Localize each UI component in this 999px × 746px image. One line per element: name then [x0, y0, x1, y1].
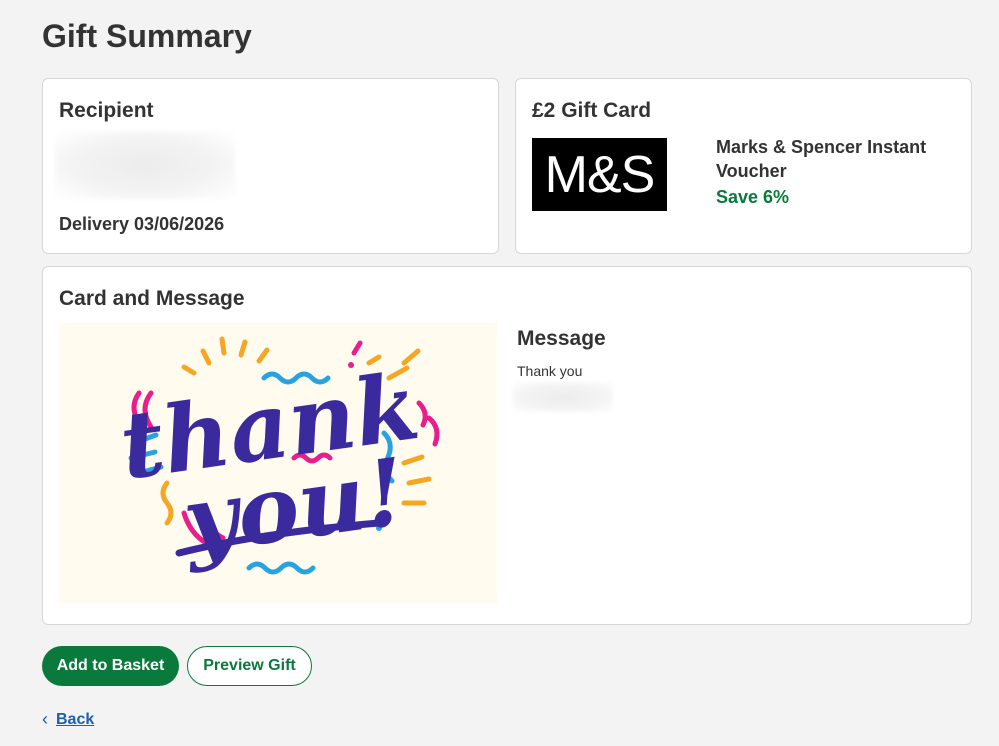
- add-to-basket-button[interactable]: Add to Basket: [42, 646, 179, 686]
- product-name: Marks & Spencer Instant Voucher: [716, 137, 927, 181]
- page-title: Gift Summary: [42, 18, 252, 54]
- brand-logo-text: M&S: [544, 145, 656, 204]
- thank-you-illustration: thank you!: [114, 336, 440, 576]
- preview-gift-button[interactable]: Preview Gift: [187, 646, 312, 686]
- message-text: Thank you: [517, 363, 583, 379]
- chevron-left-icon: ‹: [42, 709, 48, 729]
- gift-card-summary: £2 Gift Card M&S Marks & Spencer Instant…: [515, 78, 972, 254]
- recipient-card: Recipient Delivery 03/06/2026: [42, 78, 499, 254]
- message-heading: Message: [517, 327, 606, 350]
- delivery-date: Delivery 03/06/2026: [59, 214, 225, 234]
- recipient-heading: Recipient: [59, 99, 154, 122]
- message-signature-redacted: [513, 382, 613, 412]
- back-link-container: ‹ Back: [42, 709, 94, 730]
- saving-badge: Save 6%: [716, 187, 790, 207]
- gift-card-heading: £2 Gift Card: [532, 99, 652, 122]
- thank-you-card-image: thank you!: [59, 323, 497, 603]
- back-link[interactable]: Back: [56, 711, 94, 729]
- recipient-name-redacted: [55, 131, 235, 199]
- card-and-message: Card and Message thank you! Message Than…: [42, 266, 972, 625]
- card-message-heading: Card and Message: [59, 287, 245, 310]
- brand-logo: M&S: [532, 138, 667, 211]
